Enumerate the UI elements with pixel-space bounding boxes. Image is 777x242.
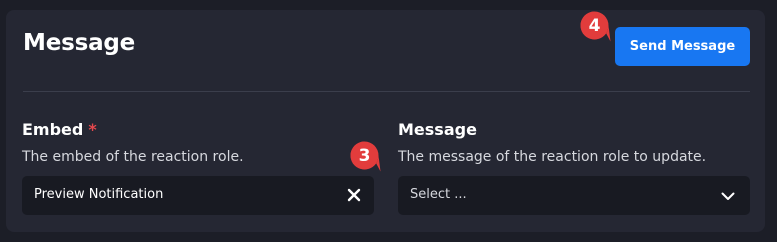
send-message-button[interactable]: Send Message	[615, 27, 750, 66]
message-label: Message	[398, 120, 477, 139]
embed-label: Embed *	[22, 120, 97, 140]
close-icon[interactable]	[346, 187, 362, 203]
marker-number: 4	[588, 16, 601, 36]
chevron-down-icon	[720, 188, 736, 204]
section-title: Message	[23, 30, 136, 56]
embed-label-text: Embed	[22, 120, 84, 139]
divider	[23, 91, 750, 92]
embed-description: The embed of the reaction role.	[22, 149, 244, 165]
message-select[interactable]: Select ...	[398, 176, 750, 215]
marker-number: 3	[358, 146, 371, 166]
required-asterisk: *	[88, 120, 97, 139]
message-description: The message of the reaction role to upda…	[398, 149, 707, 165]
message-panel: Message Send Message Embed * The embed of…	[6, 10, 765, 232]
embed-select[interactable]: Preview Notification	[22, 176, 374, 215]
message-select-placeholder: Select ...	[410, 187, 467, 202]
embed-selected-value: Preview Notification	[34, 187, 164, 202]
step-marker-4: 4	[579, 10, 613, 44]
step-marker-3: 3	[349, 140, 383, 174]
